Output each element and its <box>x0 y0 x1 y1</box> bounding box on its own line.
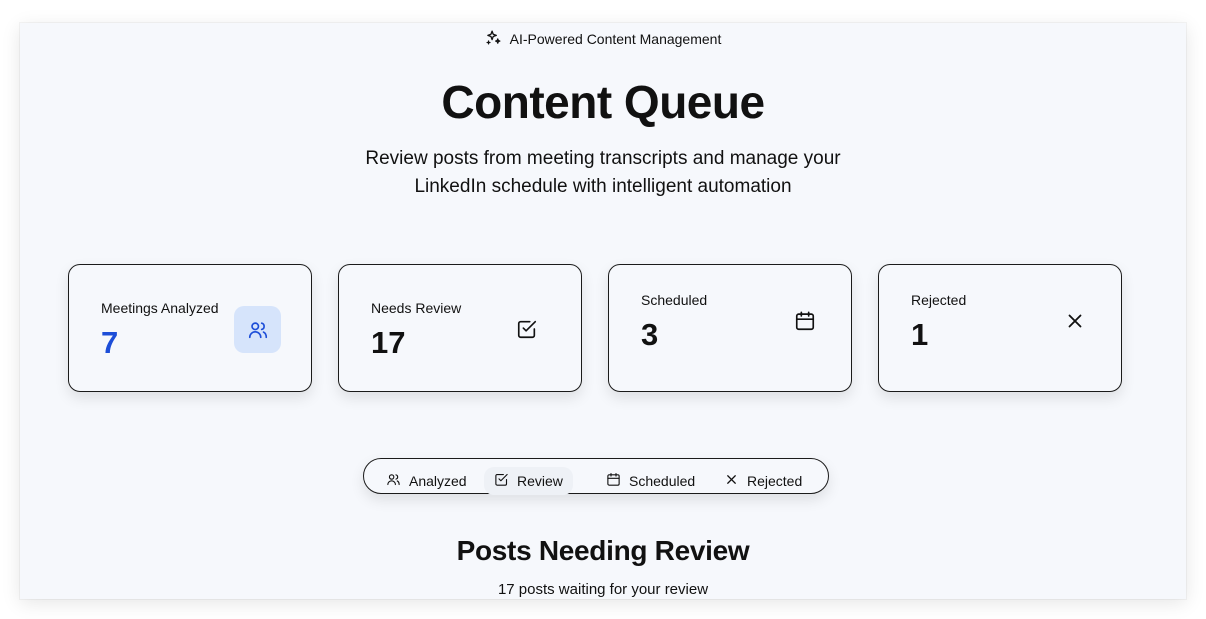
stat-value: 1 <box>911 317 929 352</box>
calendar-icon <box>606 472 621 490</box>
tab-scheduled[interactable]: Scheduled <box>606 467 695 495</box>
tab-rejected[interactable]: Rejected <box>724 467 802 495</box>
tab-label: Review <box>517 473 563 489</box>
tab-label: Rejected <box>747 473 803 489</box>
section-subtitle: 17 posts waiting for your review <box>497 581 709 598</box>
check-square-icon <box>511 313 543 345</box>
check-square-icon <box>494 472 509 490</box>
users-icon <box>386 472 401 490</box>
stat-label: Meetings Analyzed <box>101 300 219 316</box>
stat-card-scheduled: Scheduled 3 <box>608 264 852 392</box>
stat-card-needs-review: Needs Review 17 <box>338 264 582 392</box>
users-icon <box>234 306 281 353</box>
x-icon <box>1059 305 1091 337</box>
tab-analyzed[interactable]: Analyzed <box>386 467 467 495</box>
tab-review[interactable]: Review <box>484 467 573 495</box>
stat-label: Rejected <box>911 292 967 308</box>
stat-card-rejected: Rejected 1 <box>878 264 1122 392</box>
page-subtitle: Review posts from meeting transcripts an… <box>365 148 841 197</box>
tab-label: Analyzed <box>409 473 467 489</box>
section-title: Posts Needing Review <box>456 535 750 566</box>
page-title: Content Queue <box>441 76 765 128</box>
x-icon <box>724 472 739 490</box>
stat-card-meetings-analyzed: Meetings Analyzed 7 <box>68 264 312 392</box>
stat-label: Scheduled <box>641 292 708 308</box>
stat-value: 7 <box>101 325 119 360</box>
sparkles-icon <box>485 29 502 49</box>
calendar-icon <box>789 305 821 337</box>
header-badge: AI-Powered Content Management <box>20 29 1186 49</box>
stat-label: Needs Review <box>371 300 462 316</box>
stat-value: 17 <box>371 325 406 360</box>
stat-value: 3 <box>641 317 659 352</box>
tab-label: Scheduled <box>629 473 696 489</box>
tab-bar: Analyzed Review Scheduled Rejected <box>363 458 829 495</box>
badge-text: AI-Powered Content Management <box>509 31 722 47</box>
app-window: AI-Powered Content Management Content Qu… <box>20 23 1186 599</box>
